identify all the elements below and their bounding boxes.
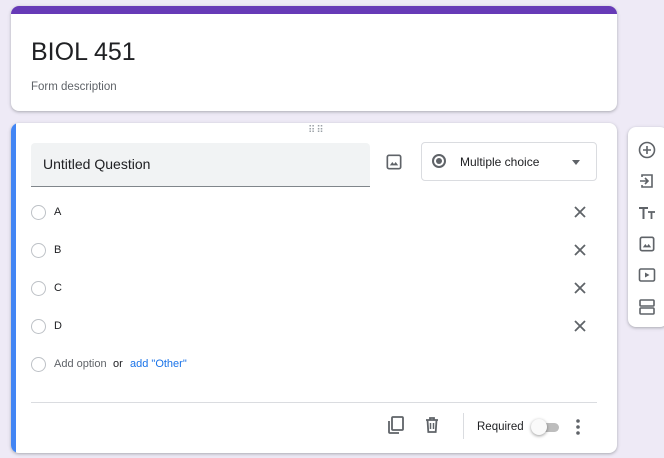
close-icon[interactable] — [571, 317, 589, 335]
form-title[interactable]: BIOL 451 — [31, 37, 136, 67]
form-title-card: BIOL 451 Form description — [11, 6, 617, 111]
question-type-label: Multiple choice — [460, 155, 540, 169]
side-toolbar — [628, 127, 664, 327]
trash-icon[interactable] — [422, 415, 442, 435]
active-indicator-bar — [11, 123, 16, 453]
image-icon[interactable] — [384, 152, 404, 172]
close-icon[interactable] — [571, 203, 589, 221]
add-title-icon[interactable] — [637, 203, 657, 223]
option-row[interactable]: C — [31, 278, 601, 300]
add-section-icon[interactable] — [637, 297, 657, 317]
option-label[interactable]: D — [54, 320, 62, 332]
radio-circle-icon — [31, 243, 46, 258]
chevron-down-icon — [572, 160, 580, 165]
radio-circle-icon — [31, 319, 46, 334]
option-label[interactable]: C — [54, 282, 62, 294]
question-title: Untitled Question — [43, 156, 151, 172]
question-type-dropdown[interactable]: Multiple choice — [421, 142, 597, 181]
form-accent-bar — [11, 6, 617, 14]
add-other-link[interactable]: add "Other" — [130, 358, 187, 370]
radio-button-icon — [432, 154, 446, 168]
footer-separator — [463, 413, 464, 439]
required-label: Required — [477, 421, 524, 433]
option-label[interactable]: B — [54, 244, 61, 256]
import-questions-icon[interactable] — [637, 171, 657, 191]
add-option-row: Add option or add "Other" — [31, 354, 601, 376]
or-text: or — [113, 358, 123, 370]
option-label[interactable]: A — [54, 206, 61, 218]
option-row[interactable]: A — [31, 202, 601, 224]
toggle-thumb — [531, 419, 547, 435]
radio-circle-icon — [31, 281, 46, 296]
option-row[interactable]: B — [31, 240, 601, 262]
radio-circle-icon — [31, 357, 46, 372]
footer-divider — [31, 402, 597, 403]
form-description[interactable]: Form description — [31, 81, 117, 93]
close-icon[interactable] — [571, 241, 589, 259]
required-toggle[interactable] — [531, 419, 561, 435]
option-row[interactable]: D — [31, 316, 601, 338]
copy-icon[interactable] — [386, 415, 406, 435]
add-video-icon[interactable] — [637, 265, 657, 285]
more-vert-icon[interactable] — [573, 417, 583, 437]
add-option-input[interactable]: Add option — [54, 358, 107, 370]
add-question-icon[interactable] — [637, 140, 657, 160]
question-title-field[interactable]: Untitled Question — [31, 143, 370, 187]
add-image-icon[interactable] — [637, 234, 657, 254]
drag-handle-icon[interactable]: ⠿⠿ — [308, 126, 325, 136]
question-card[interactable]: ⠿⠿ Untitled Question Multiple choice A B… — [11, 123, 617, 453]
radio-circle-icon — [31, 205, 46, 220]
close-icon[interactable] — [571, 279, 589, 297]
